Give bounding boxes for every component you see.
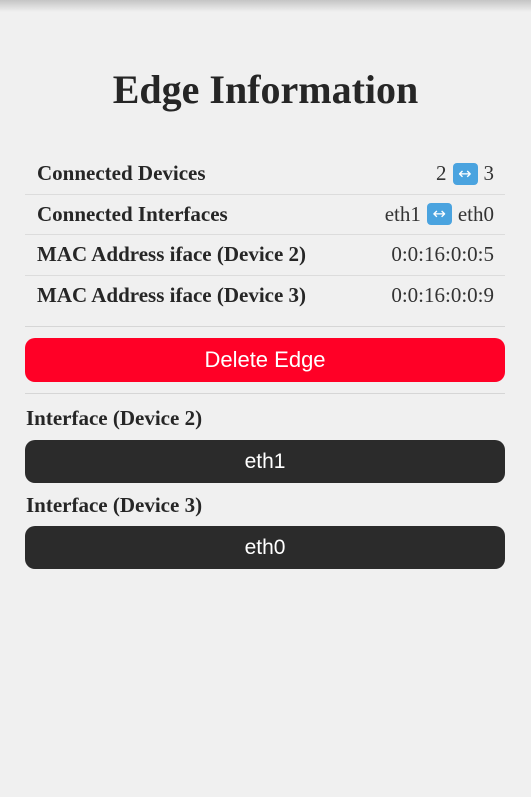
mac-device-3-label: MAC Address iface (Device 3) <box>37 283 307 308</box>
interface-right: eth0 <box>457 201 494 226</box>
left-right-arrow-icon: ↔ <box>426 203 452 226</box>
info-row-connected-devices: Connected Devices 2 ↔ 3 <box>25 154 505 195</box>
interface-device-3-label: Interface (Device 3) <box>26 493 203 517</box>
interface-device-2-button[interactable]: eth1 <box>25 440 505 483</box>
delete-edge-button[interactable]: Delete Edge <box>25 338 505 382</box>
mac-device-2-label: MAC Address iface (Device 2) <box>37 242 307 267</box>
divider <box>25 326 505 327</box>
mac-device-2-value: 0:0:16:0:0:5 <box>391 242 494 267</box>
edge-info-table: Connected Devices 2 ↔ 3 Connected Interf… <box>25 154 505 316</box>
mac-device-3-value: 0:0:16:0:0:9 <box>391 283 494 308</box>
left-right-arrow-icon: ↔ <box>452 162 478 185</box>
info-row-connected-interfaces: Connected Interfaces eth1 ↔ eth0 <box>25 195 505 235</box>
page-title: Edge Information <box>112 67 419 112</box>
interface-device-3-button[interactable]: eth0 <box>25 526 505 569</box>
connected-devices-label: Connected Devices <box>37 161 206 186</box>
connected-devices-value: 2 ↔ 3 <box>436 161 494 186</box>
interface-left: eth1 <box>384 201 421 226</box>
info-row-mac-device-2: MAC Address iface (Device 2) 0:0:16:0:0:… <box>25 235 505 276</box>
top-shadow <box>0 0 531 12</box>
info-row-mac-device-3: MAC Address iface (Device 3) 0:0:16:0:0:… <box>25 276 505 317</box>
connected-interfaces-label: Connected Interfaces <box>37 201 228 226</box>
device-right: 3 <box>483 161 495 186</box>
divider <box>25 393 505 394</box>
connected-interfaces-value: eth1 ↔ eth0 <box>385 202 494 227</box>
device-left: 2 <box>436 161 447 186</box>
interface-device-2-label: Interface (Device 2) <box>26 406 203 430</box>
